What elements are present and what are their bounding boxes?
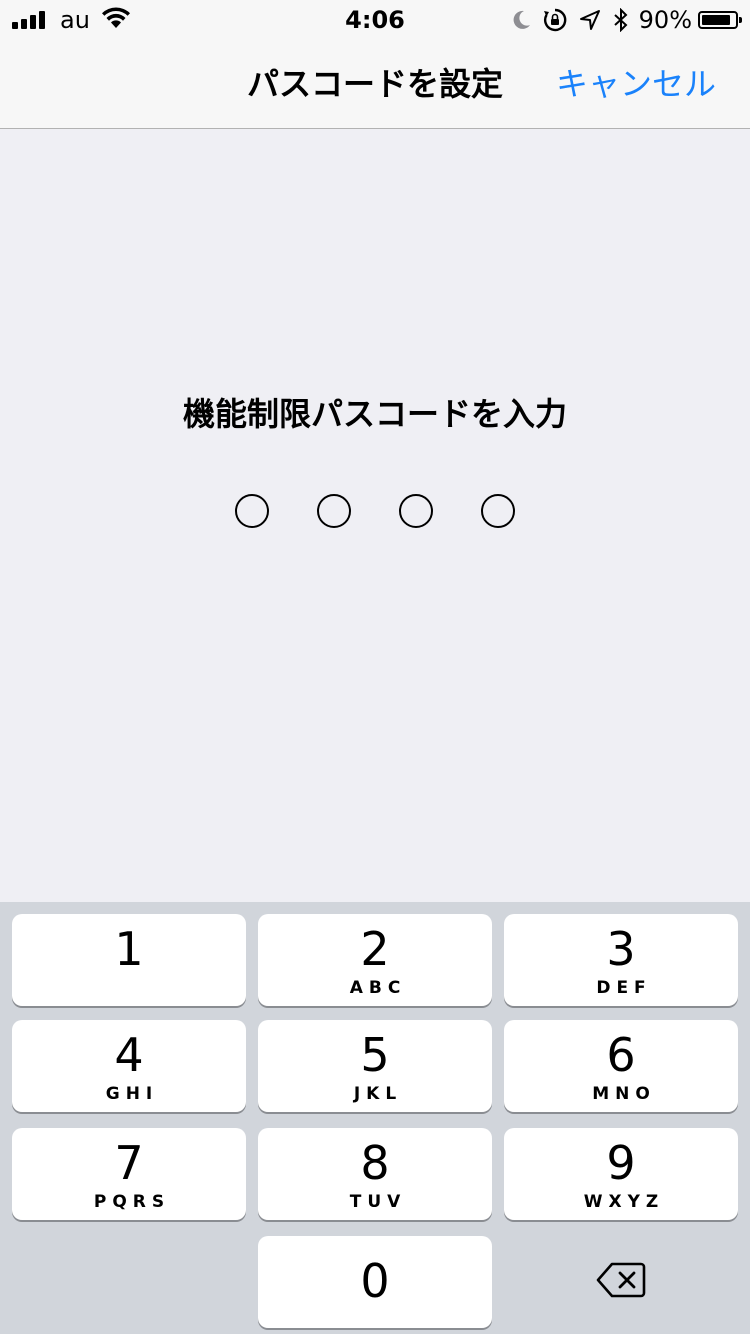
battery-icon <box>698 11 742 29</box>
battery-percent: 90% <box>638 6 692 34</box>
key-digit: 9 <box>606 1136 636 1190</box>
key-letters: PQRS <box>93 1192 171 1212</box>
key-0[interactable]: 0 <box>258 1236 492 1328</box>
passcode-prompt: 機能制限パスコードを入力 <box>182 395 567 433</box>
navigation-bar: パスコードを設定 キャンセル <box>0 40 750 129</box>
bluetooth-icon <box>613 8 629 32</box>
key-digit: 0 <box>360 1254 390 1308</box>
key-digit: 3 <box>606 922 636 976</box>
key-9[interactable]: 9 WXYZ <box>504 1128 738 1220</box>
battery-tip <box>739 17 742 23</box>
key-digit: 8 <box>360 1136 390 1190</box>
passcode-dot <box>317 494 351 528</box>
key-4[interactable]: 4 GHI <box>12 1020 246 1112</box>
key-digit: 7 <box>114 1136 144 1190</box>
key-letters: GHI <box>105 1084 159 1104</box>
cancel-button[interactable]: キャンセル <box>556 40 716 128</box>
key-5[interactable]: 5 JKL <box>258 1020 492 1112</box>
passcode-dot <box>399 494 433 528</box>
delete-button[interactable] <box>504 1236 738 1328</box>
numeric-keypad: 1 2 ABC 3 DEF 4 GHI 5 JKL 6 MNO 7 PQRS 8 TUV 9 WXYZ 0 <box>0 902 750 1334</box>
key-digit: 6 <box>606 1028 636 1082</box>
key-7[interactable]: 7 PQRS <box>12 1128 246 1220</box>
location-icon <box>579 9 601 31</box>
key-2[interactable]: 2 ABC <box>258 914 492 1006</box>
backspace-icon <box>596 1262 646 1302</box>
key-letters: MNO <box>592 1084 656 1104</box>
key-digit: 2 <box>360 922 390 976</box>
key-digit: 1 <box>114 922 144 976</box>
battery-level <box>702 15 731 25</box>
status-bar: au 4:06 90% <box>0 0 750 40</box>
key-6[interactable]: 6 MNO <box>504 1020 738 1112</box>
status-right: 90% <box>501 6 742 34</box>
moon-icon <box>513 10 531 30</box>
key-digit: 4 <box>114 1028 144 1082</box>
key-8[interactable]: 8 TUV <box>258 1128 492 1220</box>
key-letters: WXYZ <box>583 1192 665 1212</box>
key-letters: JKL <box>353 1084 403 1104</box>
key-digit: 5 <box>360 1028 390 1082</box>
passcode-dot <box>235 494 269 528</box>
passcode-dot <box>481 494 515 528</box>
key-letters: DEF <box>596 978 652 998</box>
passcode-dots <box>0 494 750 528</box>
orientation-lock-icon <box>543 8 567 32</box>
key-3[interactable]: 3 DEF <box>504 914 738 1006</box>
key-letters: TUV <box>349 1192 407 1212</box>
key-1[interactable]: 1 <box>12 914 246 1006</box>
key-letters: ABC <box>349 978 407 998</box>
